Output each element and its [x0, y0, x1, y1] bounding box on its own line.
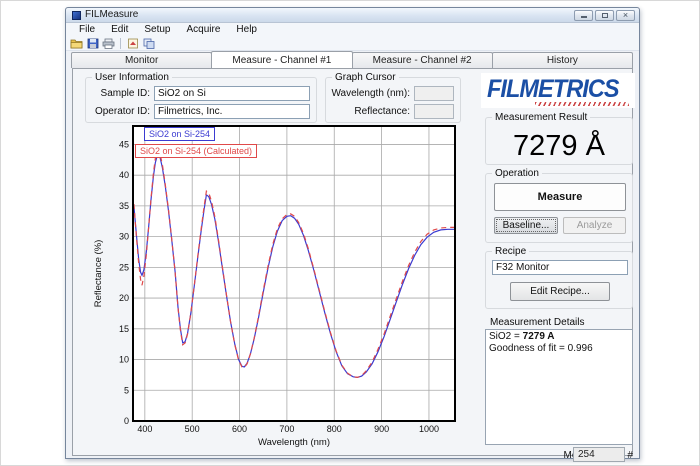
legend-calculated: SiO2 on Si-254 (Calculated): [135, 144, 257, 158]
window-title: FILMeasure: [85, 10, 138, 20]
maximize-icon: [602, 13, 608, 18]
close-button[interactable]: ×: [616, 10, 635, 21]
svg-text:0: 0: [124, 416, 129, 426]
svg-text:15: 15: [119, 324, 129, 334]
svg-text:30: 30: [119, 232, 129, 242]
svg-text:25: 25: [119, 262, 129, 272]
menu-file[interactable]: File: [72, 23, 102, 36]
title-bar[interactable]: FILMeasure ×: [66, 8, 639, 23]
measurement-result-title: Measurement Result: [492, 112, 590, 123]
svg-text:900: 900: [374, 424, 389, 434]
details-line-1: SiO2 = 7279 A: [489, 331, 629, 343]
svg-text:Wavelength (nm): Wavelength (nm): [258, 437, 330, 448]
sample-id-input[interactable]: SiO2 on Si: [154, 86, 310, 101]
tab-strip: Monitor Measure - Channel #1 Measure - C…: [72, 52, 633, 68]
cursor-wavelength-value: [414, 86, 454, 101]
svg-text:800: 800: [327, 424, 342, 434]
menu-acquire[interactable]: Acquire: [180, 23, 228, 36]
svg-text:400: 400: [137, 424, 152, 434]
svg-text:5: 5: [124, 385, 129, 395]
user-information-title: User Information: [92, 72, 172, 83]
app-window: FILMeasure × File Edit Setup Acquire Hel…: [65, 7, 640, 459]
svg-text:40: 40: [119, 170, 129, 180]
svg-text:1000: 1000: [419, 424, 439, 434]
measurement-number-value: 254: [573, 447, 625, 462]
svg-text:35: 35: [119, 201, 129, 211]
minimize-icon: [581, 16, 587, 18]
snapshot-icon[interactable]: [126, 37, 139, 49]
baseline-button[interactable]: Baseline...: [494, 217, 558, 234]
screenshot-canvas: { "window": { "title": "FILMeasure" }, "…: [0, 0, 700, 466]
recipe-title: Recipe: [492, 246, 529, 257]
graph-cursor-title: Graph Cursor: [332, 72, 399, 83]
print-icon[interactable]: [102, 37, 115, 49]
copy-icon[interactable]: [142, 37, 155, 49]
measurement-details-listbox[interactable]: SiO2 = 7279 A Goodness of fit = 0.996: [485, 329, 633, 445]
toolbar: [66, 36, 639, 51]
svg-text:45: 45: [119, 139, 129, 149]
filmetrics-logo: FILMETRICS: [481, 73, 635, 108]
cursor-reflectance-value: [414, 104, 454, 119]
menu-edit[interactable]: Edit: [104, 23, 135, 36]
measure-channel-1-page: User Information Sample ID: SiO2 on Si O…: [72, 68, 633, 456]
maximize-button[interactable]: [595, 10, 614, 21]
tab-measure-channel-2[interactable]: Measure - Channel #2: [352, 52, 493, 68]
filmetrics-logo-text: FILMETRICS: [487, 77, 620, 101]
measure-button[interactable]: Measure: [494, 183, 626, 211]
details-film-label: SiO2 =: [489, 331, 523, 342]
graph-cursor-group: Graph Cursor Wavelength (nm): Reflectanc…: [325, 77, 461, 123]
measurement-details-title: Measurement Details: [487, 317, 587, 328]
menu-bar: File Edit Setup Acquire Help: [66, 23, 639, 36]
user-information-group: User Information Sample ID: SiO2 on Si O…: [85, 77, 317, 123]
svg-text:Reflectance (%): Reflectance (%): [93, 240, 104, 308]
close-icon: ×: [623, 11, 628, 20]
analyze-button[interactable]: Analyze: [563, 217, 626, 234]
svg-text:10: 10: [119, 355, 129, 365]
chart-canvas[interactable]: 0 5 10 15 20 25 30 35 40 45 400 500 600 700 800 900 1000…: [91, 118, 463, 454]
operation-group: Operation Measure Baseline... Analyze: [485, 173, 633, 243]
recipe-group: Recipe F32 Monitor Edit Recipe...: [485, 251, 633, 309]
edit-recipe-button[interactable]: Edit Recipe...: [510, 282, 610, 301]
svg-text:700: 700: [279, 424, 294, 434]
menu-setup[interactable]: Setup: [137, 23, 177, 36]
reflectance-chart[interactable]: 0 5 10 15 20 25 30 35 40 45 400 500 600 700 800 900 1000…: [91, 118, 463, 454]
measurement-result-value: 7279 Å: [486, 130, 632, 162]
tab-history[interactable]: History: [492, 52, 633, 68]
menu-help[interactable]: Help: [229, 23, 264, 36]
open-icon[interactable]: [70, 37, 83, 49]
operator-id-input[interactable]: Filmetrics, Inc.: [154, 104, 310, 119]
operator-id-label: Operator ID:: [90, 106, 150, 117]
app-icon: [72, 11, 81, 20]
sample-id-label: Sample ID:: [90, 88, 150, 99]
svg-text:20: 20: [119, 293, 129, 303]
save-icon[interactable]: [86, 37, 99, 49]
svg-text:500: 500: [185, 424, 200, 434]
svg-text:600: 600: [232, 424, 247, 434]
measurement-result-group: Measurement Result 7279 Å: [485, 117, 633, 165]
details-thickness-value: 7279 A: [523, 331, 555, 342]
cursor-reflectance-label: Reflectance:: [328, 106, 410, 117]
cursor-wavelength-label: Wavelength (nm):: [328, 88, 410, 99]
tab-measure-channel-1[interactable]: Measure - Channel #1: [211, 51, 352, 68]
minimize-button[interactable]: [574, 10, 593, 21]
legend-measured: SiO2 on Si-254: [144, 127, 215, 141]
recipe-input[interactable]: F32 Monitor: [492, 260, 628, 275]
tab-monitor[interactable]: Monitor: [71, 52, 212, 68]
details-line-2: Goodness of fit = 0.996: [489, 343, 629, 355]
toolbar-separator: [120, 38, 121, 49]
operation-title: Operation: [492, 168, 542, 179]
